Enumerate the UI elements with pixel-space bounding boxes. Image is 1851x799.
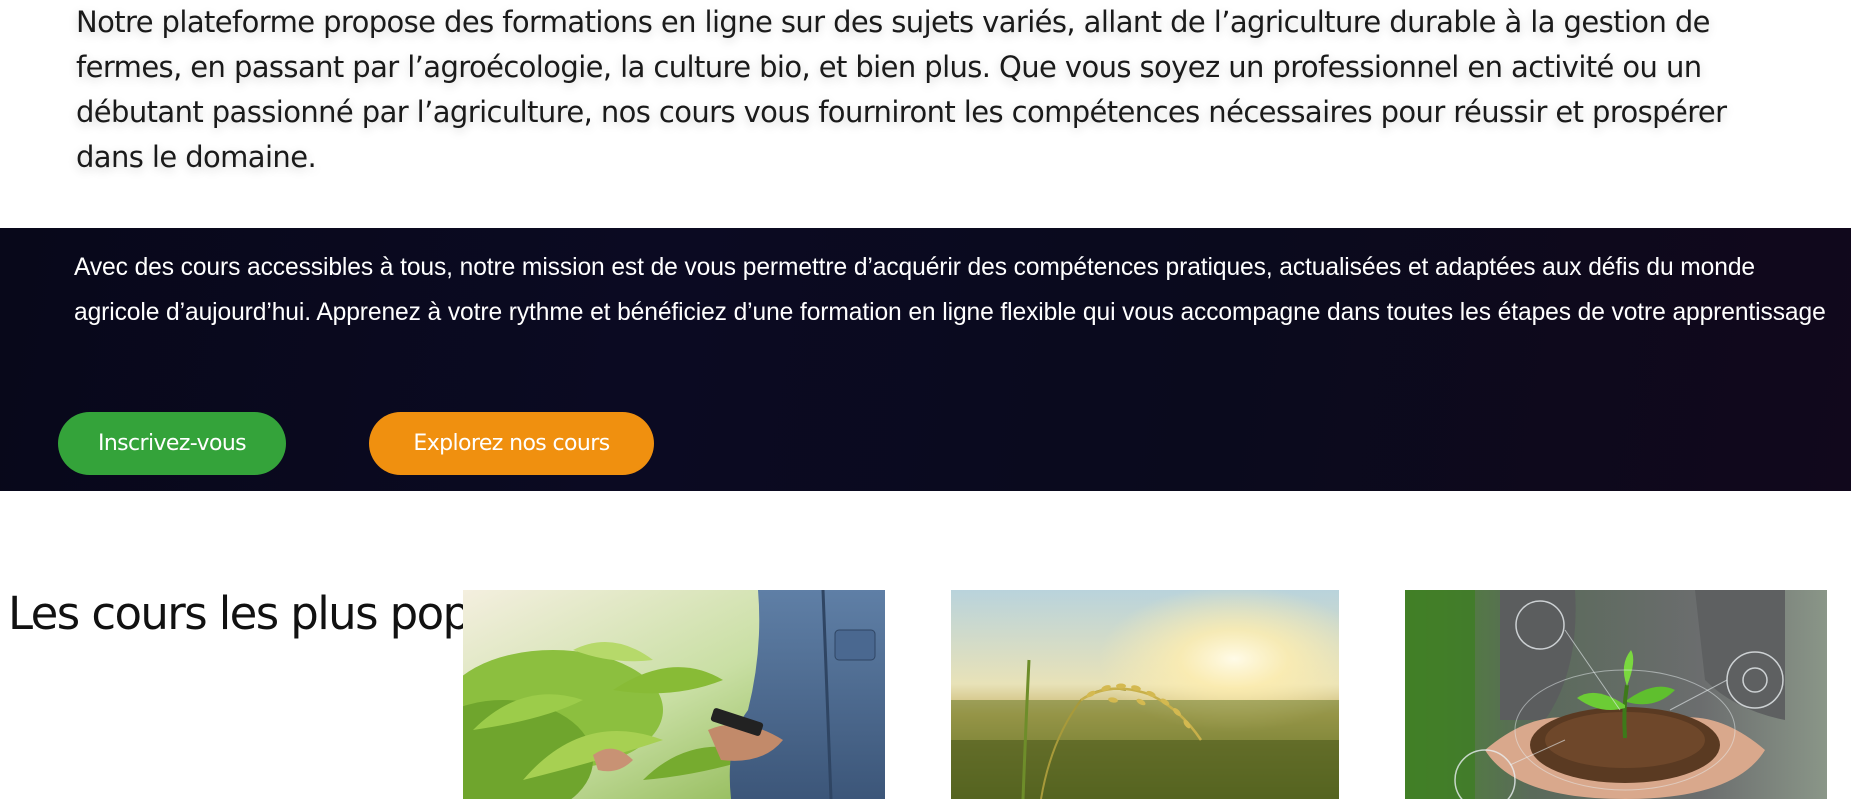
course-card-image-farmer[interactable] <box>463 590 885 799</box>
signup-button[interactable]: Inscrivez-vous <box>58 412 286 475</box>
course-card-image-seedling[interactable] <box>1405 590 1827 799</box>
intro-paragraph: Notre plateforme propose des formations … <box>76 5 1727 174</box>
cta-banner: Avec des cours accessibles à tous, notre… <box>0 228 1851 491</box>
page: Notre plateforme propose des formations … <box>0 0 1851 799</box>
explore-courses-button[interactable]: Explorez nos cours <box>369 412 654 475</box>
course-card-image-rice[interactable] <box>951 590 1339 799</box>
banner-paragraph: Avec des cours accessibles à tous, notre… <box>74 254 1826 326</box>
